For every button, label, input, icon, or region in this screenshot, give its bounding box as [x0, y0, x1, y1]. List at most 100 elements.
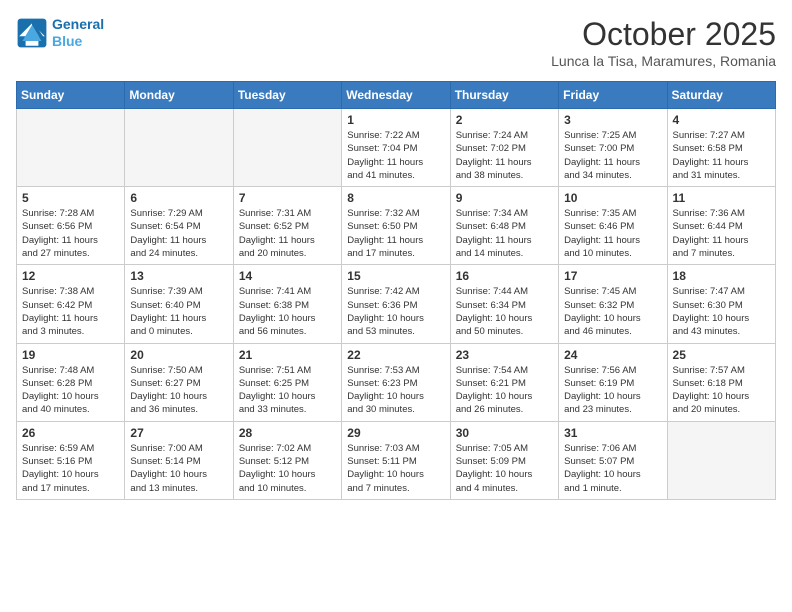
calendar-cell: 15Sunrise: 7:42 AM Sunset: 6:36 PM Dayli…	[342, 265, 450, 343]
calendar: SundayMondayTuesdayWednesdayThursdayFrid…	[16, 81, 776, 500]
day-info: Sunrise: 7:25 AM Sunset: 7:00 PM Dayligh…	[564, 129, 661, 182]
day-number: 23	[456, 348, 553, 362]
day-info: Sunrise: 7:29 AM Sunset: 6:54 PM Dayligh…	[130, 207, 227, 260]
day-info: Sunrise: 7:27 AM Sunset: 6:58 PM Dayligh…	[673, 129, 770, 182]
day-info: Sunrise: 7:44 AM Sunset: 6:34 PM Dayligh…	[456, 285, 553, 338]
calendar-cell: 17 Sunrise: 7:45 AM Sunset: 6:32 PM Dayli…	[559, 265, 667, 343]
day-number: 2	[456, 113, 553, 127]
day-info: Sunrise: 7:00 AM Sunset: 5:14 PM Dayligh…	[130, 442, 227, 495]
day-info: Sunrise: 7:03 AM Sunset: 5:11 PM Dayligh…	[347, 442, 444, 495]
calendar-cell: 25 Sunrise: 7:57 AM Sunset: 6:18 PM Dayli…	[667, 343, 775, 421]
calendar-cell: 24 Sunrise: 7:56 AM Sunset: 6:19 PM Dayli…	[559, 343, 667, 421]
day-info: Sunrise: 7:39 AM Sunset: 6:40 PM Dayligh…	[130, 285, 227, 338]
day-number: 21	[239, 348, 336, 362]
calendar-cell	[17, 109, 125, 187]
title-block: October 2025 Lunca la Tisa, Maramures, R…	[551, 16, 776, 69]
day-info: Sunrise: 7:02 AM Sunset: 5:12 PM Dayligh…	[239, 442, 336, 495]
calendar-cell	[233, 109, 341, 187]
day-info: Sunrise: 7:56 AM Sunset: 6:19 PM Dayligh…	[564, 364, 661, 417]
week-row-3: 12 Sunrise: 7:38 AM Sunset: 6:42 PM Dayli…	[17, 265, 776, 343]
calendar-cell: 21Sunrise: 7:51 AM Sunset: 6:25 PM Dayli…	[233, 343, 341, 421]
calendar-cell: 2Sunrise: 7:24 AM Sunset: 7:02 PM Daylig…	[450, 109, 558, 187]
day-number: 6	[130, 191, 227, 205]
weekday-header-friday: Friday	[559, 82, 667, 109]
location: Lunca la Tisa, Maramures, Romania	[551, 53, 776, 69]
day-number: 12	[22, 269, 119, 283]
day-info: Sunrise: 7:53 AM Sunset: 6:23 PM Dayligh…	[347, 364, 444, 417]
day-number: 16	[456, 269, 553, 283]
weekday-header-tuesday: Tuesday	[233, 82, 341, 109]
calendar-cell	[125, 109, 233, 187]
day-info: Sunrise: 7:06 AM Sunset: 5:07 PM Dayligh…	[564, 442, 661, 495]
day-number: 17	[564, 269, 661, 283]
day-number: 24	[564, 348, 661, 362]
calendar-cell	[667, 421, 775, 499]
day-number: 28	[239, 426, 336, 440]
day-number: 4	[673, 113, 770, 127]
day-number: 30	[456, 426, 553, 440]
weekday-header-row: SundayMondayTuesdayWednesdayThursdayFrid…	[17, 82, 776, 109]
calendar-cell: 12 Sunrise: 7:38 AM Sunset: 6:42 PM Dayli…	[17, 265, 125, 343]
week-row-4: 19Sunrise: 7:48 AM Sunset: 6:28 PM Dayli…	[17, 343, 776, 421]
logo-text: General Blue	[52, 16, 104, 50]
calendar-cell: 3Sunrise: 7:25 AM Sunset: 7:00 PM Daylig…	[559, 109, 667, 187]
day-info: Sunrise: 7:50 AM Sunset: 6:27 PM Dayligh…	[130, 364, 227, 417]
day-number: 31	[564, 426, 661, 440]
weekday-header-wednesday: Wednesday	[342, 82, 450, 109]
day-info: Sunrise: 7:34 AM Sunset: 6:48 PM Dayligh…	[456, 207, 553, 260]
day-info: Sunrise: 7:36 AM Sunset: 6:44 PM Dayligh…	[673, 207, 770, 260]
calendar-cell: 8 Sunrise: 7:32 AM Sunset: 6:50 PM Daylig…	[342, 187, 450, 265]
calendar-cell: 29 Sunrise: 7:03 AM Sunset: 5:11 PM Dayli…	[342, 421, 450, 499]
day-info: Sunrise: 7:54 AM Sunset: 6:21 PM Dayligh…	[456, 364, 553, 417]
week-row-1: 1 Sunrise: 7:22 AM Sunset: 7:04 PM Daylig…	[17, 109, 776, 187]
day-info: Sunrise: 7:05 AM Sunset: 5:09 PM Dayligh…	[456, 442, 553, 495]
day-number: 25	[673, 348, 770, 362]
calendar-cell: 10 Sunrise: 7:35 AM Sunset: 6:46 PM Dayli…	[559, 187, 667, 265]
calendar-cell: 11Sunrise: 7:36 AM Sunset: 6:44 PM Dayli…	[667, 187, 775, 265]
day-number: 27	[130, 426, 227, 440]
calendar-cell: 22 Sunrise: 7:53 AM Sunset: 6:23 PM Dayli…	[342, 343, 450, 421]
day-info: Sunrise: 7:31 AM Sunset: 6:52 PM Dayligh…	[239, 207, 336, 260]
day-number: 9	[456, 191, 553, 205]
day-number: 22	[347, 348, 444, 362]
day-info: Sunrise: 7:48 AM Sunset: 6:28 PM Dayligh…	[22, 364, 119, 417]
day-number: 26	[22, 426, 119, 440]
day-info: Sunrise: 7:57 AM Sunset: 6:18 PM Dayligh…	[673, 364, 770, 417]
day-number: 29	[347, 426, 444, 440]
day-info: Sunrise: 7:22 AM Sunset: 7:04 PM Dayligh…	[347, 129, 444, 182]
calendar-cell: 30 Sunrise: 7:05 AM Sunset: 5:09 PM Dayli…	[450, 421, 558, 499]
calendar-cell: 23 Sunrise: 7:54 AM Sunset: 6:21 PM Dayli…	[450, 343, 558, 421]
weekday-header-sunday: Sunday	[17, 82, 125, 109]
day-number: 10	[564, 191, 661, 205]
page-header: General Blue October 2025 Lunca la Tisa,…	[16, 16, 776, 69]
day-number: 8	[347, 191, 444, 205]
day-info: Sunrise: 7:32 AM Sunset: 6:50 PM Dayligh…	[347, 207, 444, 260]
calendar-cell: 5Sunrise: 7:28 AM Sunset: 6:56 PM Daylig…	[17, 187, 125, 265]
day-number: 18	[673, 269, 770, 283]
day-info: Sunrise: 7:45 AM Sunset: 6:32 PM Dayligh…	[564, 285, 661, 338]
weekday-header-thursday: Thursday	[450, 82, 558, 109]
day-number: 1	[347, 113, 444, 127]
calendar-cell: 14Sunrise: 7:41 AM Sunset: 6:38 PM Dayli…	[233, 265, 341, 343]
calendar-cell: 31 Sunrise: 7:06 AM Sunset: 5:07 PM Dayli…	[559, 421, 667, 499]
calendar-cell: 19Sunrise: 7:48 AM Sunset: 6:28 PM Dayli…	[17, 343, 125, 421]
day-info: Sunrise: 7:38 AM Sunset: 6:42 PM Dayligh…	[22, 285, 119, 338]
week-row-5: 26 Sunrise: 6:59 AM Sunset: 5:16 PM Dayli…	[17, 421, 776, 499]
calendar-cell: 27 Sunrise: 7:00 AM Sunset: 5:14 PM Dayli…	[125, 421, 233, 499]
calendar-cell: 7 Sunrise: 7:31 AM Sunset: 6:52 PM Daylig…	[233, 187, 341, 265]
day-number: 20	[130, 348, 227, 362]
day-number: 15	[347, 269, 444, 283]
day-number: 7	[239, 191, 336, 205]
calendar-cell: 28 Sunrise: 7:02 AM Sunset: 5:12 PM Dayli…	[233, 421, 341, 499]
calendar-cell: 16 Sunrise: 7:44 AM Sunset: 6:34 PM Dayli…	[450, 265, 558, 343]
calendar-cell: 9 Sunrise: 7:34 AM Sunset: 6:48 PM Daylig…	[450, 187, 558, 265]
day-info: Sunrise: 6:59 AM Sunset: 5:16 PM Dayligh…	[22, 442, 119, 495]
calendar-cell: 20 Sunrise: 7:50 AM Sunset: 6:27 PM Dayli…	[125, 343, 233, 421]
day-info: Sunrise: 7:35 AM Sunset: 6:46 PM Dayligh…	[564, 207, 661, 260]
calendar-cell: 18Sunrise: 7:47 AM Sunset: 6:30 PM Dayli…	[667, 265, 775, 343]
weekday-header-monday: Monday	[125, 82, 233, 109]
day-number: 13	[130, 269, 227, 283]
calendar-cell: 26 Sunrise: 6:59 AM Sunset: 5:16 PM Dayli…	[17, 421, 125, 499]
calendar-cell: 13 Sunrise: 7:39 AM Sunset: 6:40 PM Dayli…	[125, 265, 233, 343]
month-title: October 2025	[551, 16, 776, 53]
